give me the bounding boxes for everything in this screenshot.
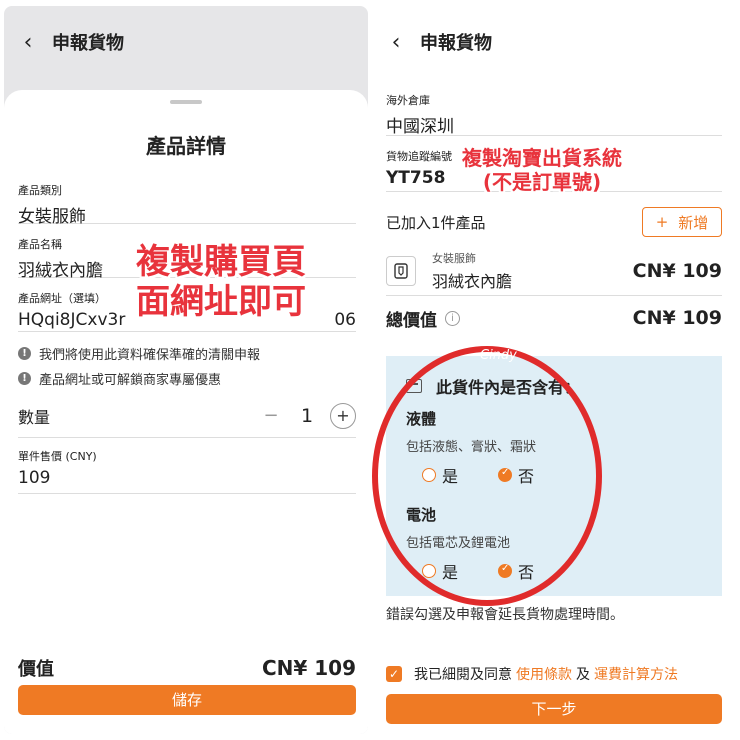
liquid-no-label: 否 (518, 467, 535, 486)
watermark: Cindy (480, 348, 517, 363)
shipping-calc-link[interactable]: 運費計算方法 (594, 664, 678, 684)
unit-price-label: 單件售價 (CNY) (18, 450, 97, 463)
note-customs-text: 我們將使用此資料確保準確的清關申報 (39, 348, 261, 363)
unit-price-value: 109 (18, 468, 51, 488)
annotation-line-1: 複製淘寶出貨系統 (462, 146, 622, 170)
contains-title-text: 此貨件內是否含有： (436, 378, 581, 397)
info-icon: ! (18, 347, 31, 360)
add-product-label: 新增 (678, 213, 709, 232)
header: ‹ 申報貨物 (372, 6, 736, 78)
total-row: 總價值 i CN¥ 109 (386, 302, 722, 334)
checkbox-checked-icon[interactable]: ✓ (386, 666, 402, 682)
item-category: 女裝服飾 (432, 251, 476, 265)
page-title: 申報貨物 (420, 33, 492, 54)
battery-radio-group: 是 否 (422, 559, 574, 583)
help-icon[interactable]: i (445, 310, 460, 326)
declare-goods-panel: ‹ 申報貨物 海外倉庫 中國深圳 貨物追蹤編號 YT758 複製淘寶出貨系統 (… (372, 6, 736, 734)
liquid-radio-group: 是 否 (422, 463, 574, 487)
radio-checked-icon (498, 467, 513, 482)
add-product-button[interactable]: + 新增 (642, 207, 722, 237)
agree-and: 及 (576, 667, 590, 683)
radio-unchecked-icon (422, 468, 436, 482)
save-button[interactable]: 儲存 (18, 685, 356, 715)
agree-row: ✓ 我已細閱及同意 使用條款 及 運費計算方法 (386, 664, 726, 684)
note-discount: ! 產品網址或可解鎖商家專屬優惠 (18, 369, 221, 388)
battery-desc: 包括電芯及鋰電池 (406, 536, 511, 551)
liquid-yes-radio[interactable]: 是 (422, 463, 458, 487)
annotation-line-2: (不是訂單號) (482, 170, 602, 194)
warehouse-label: 海外倉庫 (386, 94, 430, 107)
total-value: CN¥ 109 (632, 307, 722, 329)
battery-label: 電池 (406, 506, 437, 524)
clothing-icon (386, 255, 416, 286)
product-url-value-end: 06 (334, 310, 356, 330)
price-value: CN¥ 109 (261, 656, 356, 680)
product-url-value: HQqi8JCxv3r (18, 310, 126, 330)
category-value: 女裝服飾 (18, 207, 86, 227)
product-list-item[interactable]: 女裝服飾 羽絨衣內膽 CN¥ 109 (386, 246, 722, 296)
unit-price-field[interactable]: 單件售價 (CNY) 109 (18, 448, 356, 494)
plus-icon: + (655, 213, 669, 231)
battery-no-label: 否 (518, 563, 535, 582)
price-label: 價值 (18, 659, 54, 680)
liquid-desc: 包括液態、膏狀、霜狀 (406, 440, 537, 455)
price-row: 價值 CN¥ 109 (18, 655, 356, 681)
added-count-label: 已加入1件產品 (386, 213, 486, 232)
warning-text: 錯誤勾選及申報會延長貨物處理時間。 (386, 607, 624, 623)
category-label: 產品類別 (18, 184, 62, 197)
page-title: 申報貨物 (52, 33, 124, 54)
header: ‹ 申報貨物 (4, 6, 368, 78)
battery-yes-label: 是 (442, 563, 459, 582)
category-field[interactable]: 產品類別 女裝服飾 (18, 182, 356, 227)
annotation-line-1: 複製購買頁 (136, 242, 306, 282)
quantity-row: 數量 − 1 + (18, 394, 356, 438)
decrement-button[interactable]: − (258, 405, 284, 426)
radio-checked-icon (498, 563, 513, 578)
quantity-label: 數量 (18, 407, 51, 427)
total-label: 總價值 (386, 310, 437, 331)
increment-button[interactable]: + (330, 402, 356, 429)
item-name: 羽絨衣內膽 (432, 271, 513, 291)
liquid-label: 液體 (406, 410, 437, 428)
item-price: CN¥ 109 (632, 259, 722, 282)
info-icon: ! (18, 372, 31, 385)
terms-link[interactable]: 使用條款 (516, 664, 572, 684)
added-products-row: 已加入1件產品 + 新增 (386, 204, 722, 240)
sheet-title: 產品詳情 (146, 134, 226, 158)
battery-yes-radio[interactable]: 是 (422, 559, 458, 583)
package-icon (406, 379, 422, 393)
sheet-drag-handle[interactable] (170, 100, 202, 104)
warehouse-field[interactable]: 海外倉庫 中國深圳 (386, 92, 722, 137)
product-detail-sheet: 產品詳情 產品類別 女裝服飾 產品名稱 羽絨衣內膽 產品網址（選填） HQqi8… (4, 90, 368, 734)
contains-question-box: 此貨件內是否含有： 液體 包括液態、膏狀、霜狀 是 否 電池 包括電芯及鋰電池 … (386, 356, 722, 596)
battery-no-radio[interactable]: 否 (498, 559, 534, 583)
annotation-copy-url: 複製購買頁 面網址即可 (136, 242, 306, 322)
annotation-copy-tracking: 複製淘寶出貨系統 (不是訂單號) (462, 146, 622, 194)
contains-title: 此貨件內是否含有： (406, 374, 580, 398)
chevron-left-icon[interactable]: ‹ (18, 30, 38, 55)
quantity-value: 1 (300, 404, 314, 427)
product-details-panel: ‹ 申報貨物 產品詳情 產品類別 女裝服飾 產品名稱 羽絨衣內膽 產品網址（選填… (4, 6, 368, 734)
agree-prefix: 我已細閱及同意 (414, 667, 512, 683)
next-button[interactable]: 下一步 (386, 694, 722, 724)
note-discount-text: 產品網址或可解鎖商家專屬優惠 (39, 373, 222, 388)
note-customs: ! 我們將使用此資料確保準確的清關申報 (18, 344, 260, 363)
chevron-left-icon[interactable]: ‹ (386, 30, 406, 55)
annotation-line-2: 面網址即可 (136, 282, 306, 322)
quantity-stepper: − 1 + (258, 402, 356, 429)
liquid-no-radio[interactable]: 否 (498, 463, 534, 487)
warehouse-value: 中國深圳 (386, 117, 454, 137)
radio-unchecked-icon (422, 564, 436, 578)
liquid-yes-label: 是 (442, 467, 459, 486)
